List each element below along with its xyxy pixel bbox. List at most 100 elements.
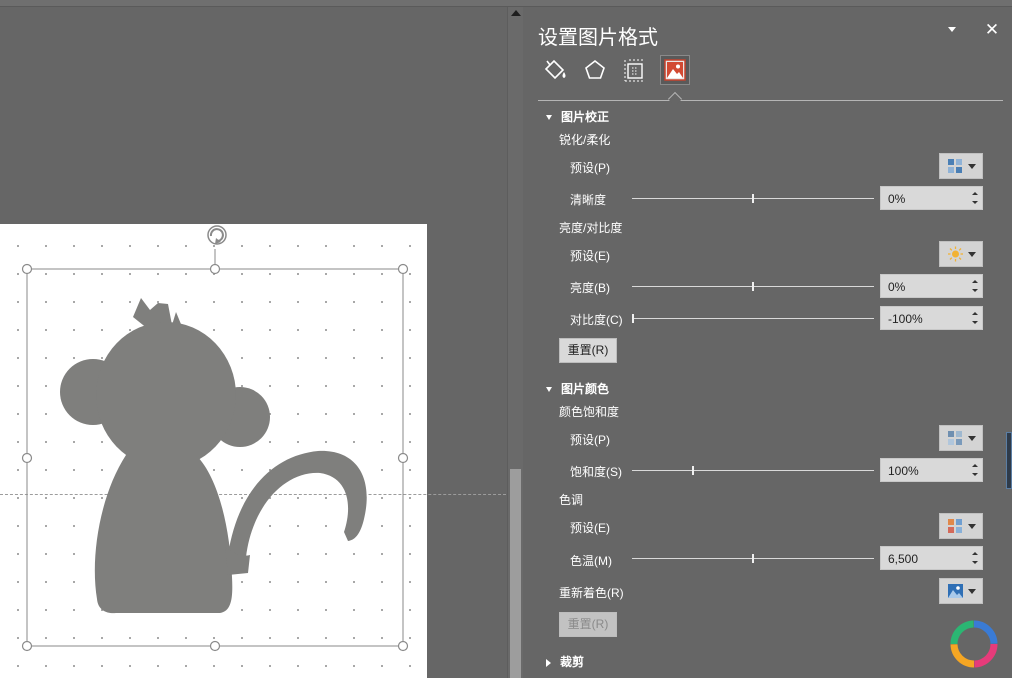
- resize-handle-bottom-left[interactable]: [21, 640, 33, 652]
- slider-thumb[interactable]: [752, 282, 754, 291]
- color-reset-button[interactable]: 重置(R): [559, 612, 617, 637]
- format-picture-pane: 设置图片格式 ✕ 图片校正 锐化/柔化 预设(P) 清晰度 0% 亮度/对比度 …: [524, 7, 1012, 678]
- expand-triangle-icon: [546, 658, 551, 667]
- section-title: 图片校正: [561, 110, 610, 124]
- spin-down-icon[interactable]: [972, 289, 978, 292]
- scroll-up-arrow-icon[interactable]: [511, 10, 521, 16]
- scroll-thumb[interactable]: [510, 469, 521, 678]
- recolor-picture-icon: [948, 584, 963, 598]
- pentagon-icon: [585, 59, 605, 79]
- slider-thumb[interactable]: [752, 194, 754, 203]
- temperature-slider[interactable]: [632, 553, 874, 565]
- clarity-label: 清晰度: [570, 193, 607, 207]
- slider-thumb[interactable]: [692, 466, 694, 475]
- spin-up-icon[interactable]: [972, 464, 978, 467]
- tone-preset-label: 预设(E): [570, 521, 610, 535]
- slide-canvas[interactable]: [0, 7, 506, 678]
- saturation-spinbox[interactable]: 100%: [880, 458, 983, 482]
- brightness-contrast-heading: 亮度/对比度: [559, 221, 623, 235]
- tone-preset-button[interactable]: [939, 513, 983, 539]
- slider-track: [632, 470, 874, 471]
- spin-up-icon[interactable]: [972, 280, 978, 283]
- spin-down-icon[interactable]: [972, 473, 978, 476]
- chevron-down-icon: [968, 436, 976, 441]
- ribbon-edge: [0, 0, 1012, 7]
- collapse-triangle-icon: [546, 387, 552, 393]
- resize-handle-top-right[interactable]: [397, 263, 409, 275]
- pane-title: 设置图片格式: [538, 27, 658, 49]
- slider-thumb[interactable]: [752, 554, 754, 563]
- saturation-value: 100%: [888, 464, 919, 478]
- recolor-label: 重新着色(R): [559, 586, 624, 600]
- app-logo-icon: [950, 620, 998, 668]
- spin-down-icon[interactable]: [972, 561, 978, 564]
- saturation-heading: 颜色饱和度: [559, 405, 620, 419]
- sun-icon: [948, 246, 963, 262]
- size-properties-icon: [624, 59, 645, 82]
- sharpen-preset-label: 预设(P): [570, 161, 610, 175]
- brightness-label: 亮度(B): [570, 281, 610, 295]
- spin-down-icon[interactable]: [972, 201, 978, 204]
- section-title: 裁剪: [560, 655, 585, 669]
- resize-handle-bottom-right[interactable]: [397, 640, 409, 652]
- saturation-slider[interactable]: [632, 465, 874, 477]
- saturation-preset-button[interactable]: [939, 425, 983, 451]
- resize-handle-top-left[interactable]: [21, 263, 33, 275]
- contrast-value: -100%: [888, 312, 923, 326]
- close-icon[interactable]: ✕: [984, 20, 1000, 40]
- spin-up-icon[interactable]: [972, 552, 978, 555]
- contrast-slider[interactable]: [632, 313, 874, 325]
- corrections-reset-button[interactable]: 重置(R): [559, 338, 617, 363]
- pane-options-chevron-down-icon[interactable]: [948, 27, 956, 32]
- active-tab-pointer: [667, 91, 683, 107]
- chevron-down-icon: [968, 589, 976, 594]
- spin-up-icon[interactable]: [972, 312, 978, 315]
- picture-icon: [664, 59, 686, 81]
- resize-handle-left[interactable]: [21, 452, 33, 464]
- brightness-slider[interactable]: [632, 281, 874, 293]
- brightness-preset-button[interactable]: [939, 241, 983, 267]
- monkey-silhouette-picture[interactable]: [60, 298, 367, 614]
- chevron-down-icon: [968, 164, 976, 169]
- sharpen-preset-icon: [948, 159, 962, 173]
- brightness-value: 0%: [888, 280, 906, 294]
- tab-divider: [538, 100, 1003, 101]
- tab-fill-line[interactable]: [540, 55, 570, 85]
- spin-down-icon[interactable]: [972, 321, 978, 324]
- saturation-label: 饱和度(S): [570, 465, 622, 479]
- temperature-spinbox[interactable]: 6,500: [880, 546, 983, 570]
- slider-thumb[interactable]: [632, 314, 634, 323]
- clarity-spinbox[interactable]: 0%: [880, 186, 983, 210]
- section-title: 图片颜色: [561, 382, 610, 396]
- resize-handle-right[interactable]: [397, 452, 409, 464]
- chevron-down-icon: [968, 252, 976, 257]
- section-crop[interactable]: 裁剪: [546, 653, 584, 670]
- saturation-preset-label: 预设(P): [570, 433, 610, 447]
- rotate-handle[interactable]: [207, 225, 227, 245]
- tone-heading: 色调: [559, 493, 584, 507]
- temperature-value: 6,500: [888, 552, 919, 566]
- vertical-scrollbar[interactable]: [507, 7, 523, 678]
- resize-handle-top[interactable]: [209, 263, 221, 275]
- resize-handle-bottom[interactable]: [209, 640, 221, 652]
- brightness-spinbox[interactable]: 0%: [880, 274, 983, 298]
- spin-up-icon[interactable]: [972, 192, 978, 195]
- slider-track: [632, 318, 874, 319]
- section-picture-color[interactable]: 图片颜色: [546, 380, 609, 397]
- side-panel-handle[interactable]: [1006, 432, 1012, 489]
- tab-picture[interactable]: [660, 55, 690, 85]
- section-picture-corrections[interactable]: 图片校正: [546, 108, 609, 125]
- tab-size-properties[interactable]: [620, 55, 650, 85]
- pane-tabs: [538, 55, 998, 89]
- sharpen-preset-button[interactable]: [939, 153, 983, 179]
- temperature-label: 色温(M): [570, 554, 612, 568]
- tab-effects[interactable]: [580, 55, 610, 85]
- contrast-spinbox[interactable]: -100%: [880, 306, 983, 330]
- paint-bucket-icon: [544, 59, 566, 80]
- contrast-label: 对比度(C): [570, 313, 623, 327]
- recolor-button[interactable]: [939, 578, 983, 604]
- collapse-triangle-icon: [546, 115, 552, 121]
- clarity-slider[interactable]: [632, 193, 874, 205]
- sharpen-soften-heading: 锐化/柔化: [559, 133, 611, 147]
- chevron-down-icon: [968, 524, 976, 529]
